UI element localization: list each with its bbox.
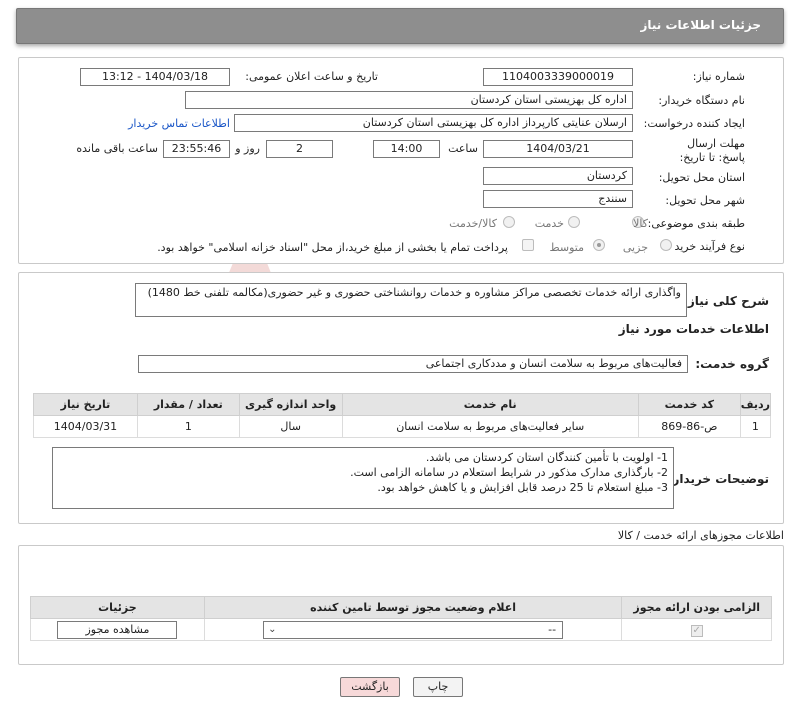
permit-status-select[interactable]: -- ⌄ [263,620,564,639]
summary-textarea[interactable]: واگذاری ارائه خدمات تخصصی مراکز مشاوره و… [135,283,687,317]
col-permit-status: اعلام وضعیت مجوز توسط تامین کننده [203,596,623,619]
cell-permit-required: ✓ [621,618,772,641]
province-label: استان محل تحویل: [658,171,745,184]
need-number-field: 1104003339000019 [483,68,633,86]
cell-service-name: سایر فعالیت‌های مربوط به سلامت انسان [341,415,639,438]
treasury-payment-note: پرداخت تمام یا بخشی از مبلغ خرید،از محل … [157,241,508,254]
summary-label: شرح کلی نیاز: [683,294,769,308]
category-option-goods-service: کالا/خدمت [449,217,497,230]
cell-unit: سال [238,415,343,438]
buyer-notes-textarea[interactable]: 1- اولویت با تأمین کنندگان استان کردستان… [52,447,674,509]
view-permit-button[interactable]: مشاهده مجوز [57,620,178,639]
deadline-label: مهلت ارسال پاسخ: تا تاریخ: [679,137,745,164]
deadline-time-label: ساعت [448,142,478,155]
table-row: 1 ص-86-869 سایر فعالیت‌های مربوط به سلام… [33,415,772,438]
process-type-label: نوع فرآیند خرید : [667,240,745,253]
services-table: ردیف کد خدمت نام خدمت واحد اندازه گیری ت… [33,393,772,438]
buyer-contact-link[interactable]: اطلاعات تماس خریدار [128,117,230,130]
process-option-medium: متوسط [549,241,584,254]
print-button[interactable]: چاپ [413,677,463,697]
permit-required-checkbox: ✓ [690,624,703,637]
services-table-header: ردیف کد خدمت نام خدمت واحد اندازه گیری ت… [33,393,772,416]
page-header: جزئیات اطلاعات نیاز [16,8,784,44]
buyer-note-line: 1- اولویت با تأمین کنندگان استان کردستان… [425,451,668,464]
city-field: سنندج [483,190,633,208]
col-service-code: کد خدمت [637,393,741,416]
process-radio-medium[interactable] [593,239,605,251]
city-label: شهر محل تحویل: [665,194,745,207]
buyer-note-line: 2- بارگذاری مدارک مذکور در شرایط استعلام… [350,466,668,479]
cell-service-code: ص-86-869 [637,415,741,438]
category-radio-service[interactable] [568,216,580,228]
buyer-notes-label: توضیحات خریدار: [667,472,769,486]
category-radio-goods-service[interactable] [503,216,515,228]
process-option-minor: جزیی [622,241,648,254]
permits-section-title: اطلاعات مجوزهای ارائه خدمت / کالا [617,529,784,542]
cell-row: 1 [739,415,772,438]
province-field: کردستان [483,167,633,185]
creator-label: ایجاد کننده درخواست: [643,117,745,130]
buyer-note-line: 3- مبلغ استعلام تا 25 درصد قابل افزایش و… [377,481,668,494]
col-need-date: تاریخ نیاز [33,393,138,416]
col-service-name: نام خدمت [341,393,639,416]
buyer-org-field: اداره کل بهزیستی استان کردستان [185,91,633,109]
permits-table: الزامی بودن ارائه مجوز اعلام وضعیت مجوز … [30,596,772,641]
cell-permit-details: مشاهده مجوز [30,618,205,641]
deadline-date-field: 1404/03/21 [483,140,633,158]
col-permit-details: جزئیات [30,596,205,619]
cell-quantity: 1 [136,415,240,438]
treasury-payment-checkbox[interactable] [522,239,534,251]
cell-need-date: 1404/03/31 [33,415,138,438]
col-unit: واحد اندازه گیری [238,393,343,416]
chevron-down-icon: ⌄ [268,623,277,635]
col-row: ردیف [739,393,772,416]
remaining-time-field: 23:55:46 [163,140,230,158]
days-remaining-field: 2 [266,140,333,158]
table-row: ✓ -- ⌄ مشاهده مجوز [30,618,772,641]
services-section-title: اطلاعات خدمات مورد نیاز [618,322,769,336]
cell-permit-status: -- ⌄ [203,618,623,641]
permits-table-header: الزامی بودن ارائه مجوز اعلام وضعیت مجوز … [30,596,772,619]
creator-field: ارسلان عنایتی کارپرداز اداره کل بهزیستی … [234,114,633,132]
page-title: جزئیات اطلاعات نیاز [640,18,761,32]
service-group-label: گروه خدمت: [695,357,769,371]
col-permit-required: الزامی بودن ارائه مجوز [621,596,772,619]
category-label: طبقه بندی موضوعی: [647,217,745,230]
need-number-label: شماره نیاز: [692,70,745,83]
deadline-time-field: 14:00 [373,140,440,158]
service-group-field: فعالیت‌های مربوط به سلامت انسان و مددکار… [138,355,688,373]
announce-date-field: 1404/03/18 - 13:12 [80,68,230,86]
permit-status-value: -- [548,622,557,636]
back-button[interactable]: بازگشت [340,677,400,697]
days-label: روز و [235,142,260,155]
category-option-goods: کالا [633,217,648,230]
remaining-time-label: ساعت باقی مانده [76,142,158,155]
process-radio-minor[interactable] [660,239,672,251]
category-option-service: خدمت [534,217,564,230]
announce-date-label: تاریخ و ساعت اعلان عمومی: [245,70,378,83]
col-quantity: تعداد / مقدار [136,393,240,416]
buyer-org-label: نام دستگاه خریدار: [658,94,745,107]
